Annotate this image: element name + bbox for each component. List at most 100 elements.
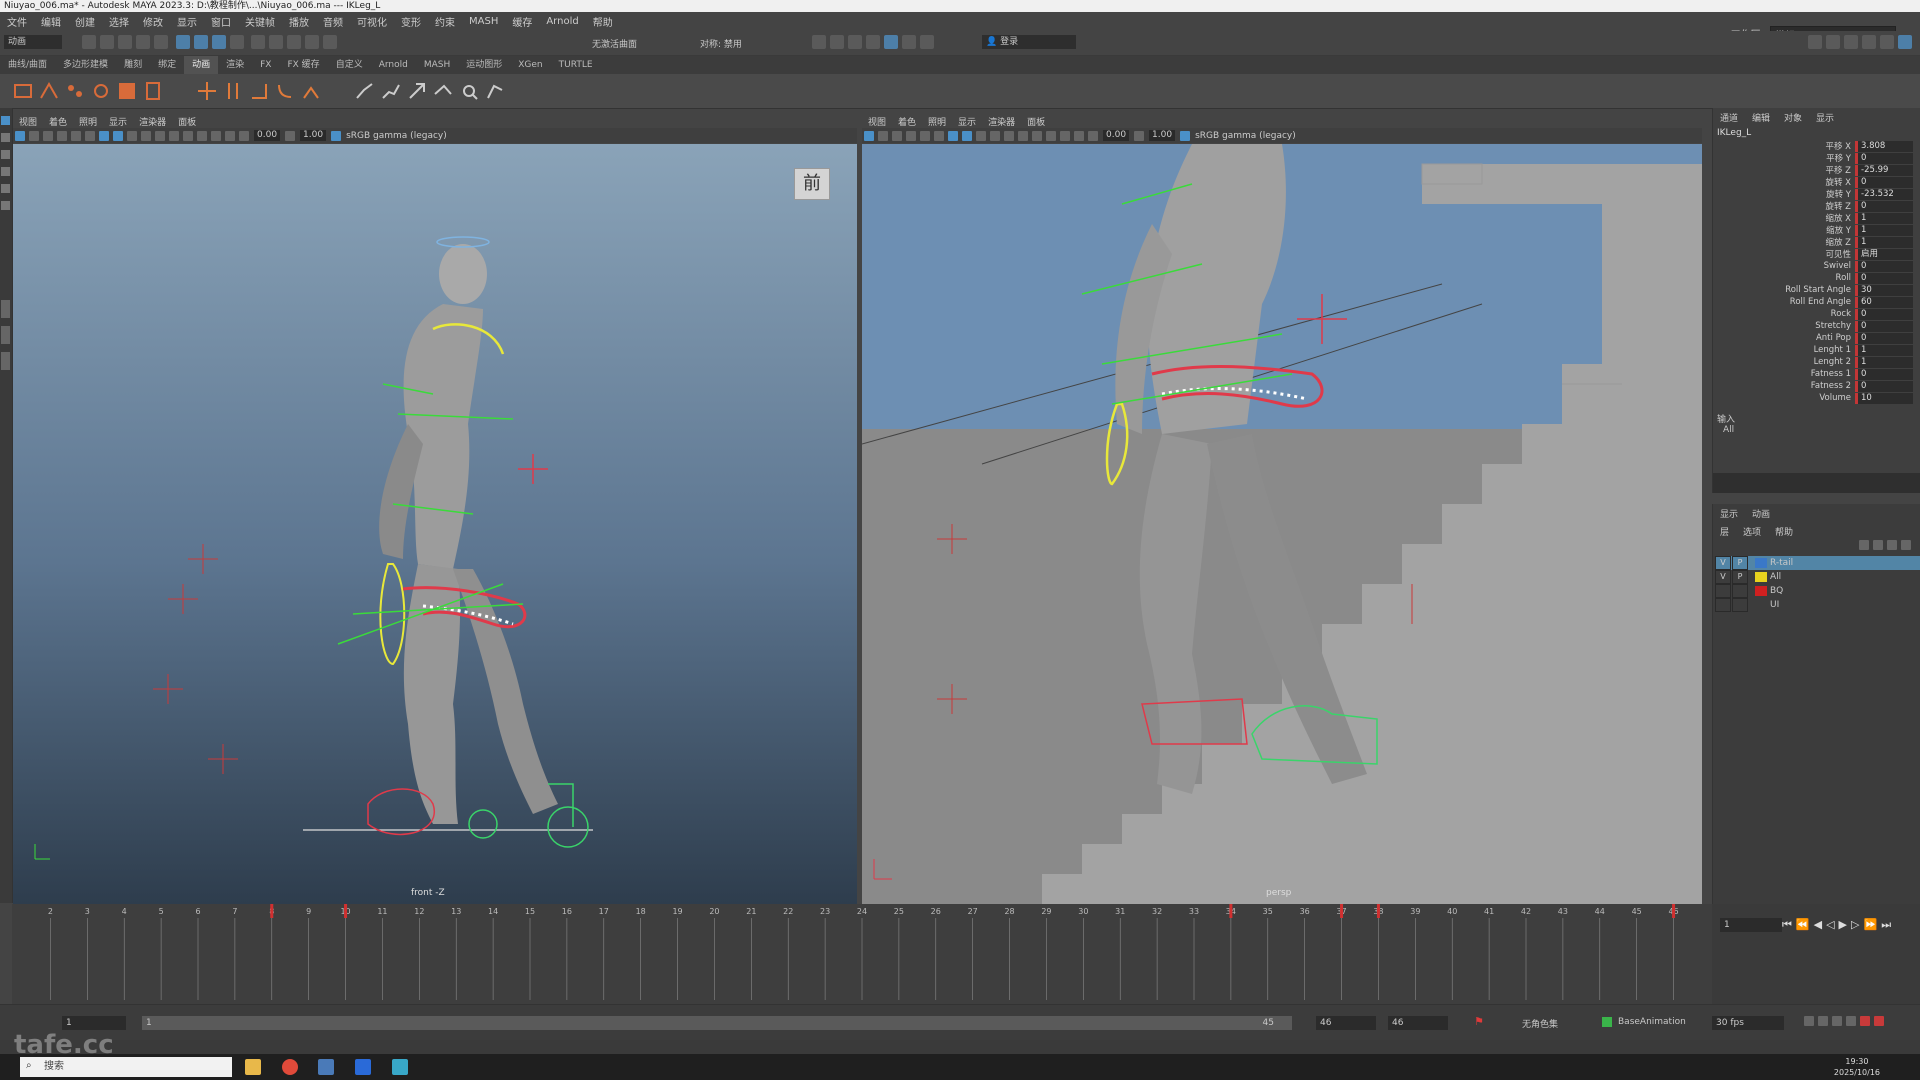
smooth-shade-icon-persp[interactable] (962, 130, 972, 141)
channel-box-icon[interactable] (1862, 35, 1876, 49)
color-management-icon-persp[interactable] (1180, 130, 1191, 141)
channel-value[interactable]: 0 (1855, 260, 1913, 272)
panel-menu-show-persp[interactable]: 显示 (952, 115, 982, 128)
menu-arnold[interactable]: Arnold (539, 16, 585, 27)
anim-prefs-icon[interactable] (1874, 1016, 1884, 1026)
channel-row[interactable]: Rock 0 (1713, 308, 1920, 320)
ik-spline-icon[interactable] (354, 80, 376, 102)
playblast-icon[interactable] (116, 80, 138, 102)
layer-menu-options[interactable]: 选项 (1736, 525, 1768, 538)
xray-joints-icon[interactable] (225, 130, 235, 141)
play-forward-icon[interactable]: ▶ (1839, 918, 1851, 931)
lasso-tool-icon[interactable] (1, 133, 10, 142)
menu-edit[interactable]: 编辑 (34, 14, 68, 29)
channel-box-menu-edit[interactable]: 编辑 (1745, 111, 1777, 124)
menu-deform[interactable]: 变形 (394, 14, 428, 29)
channel-row[interactable]: 旋转 Y -23.532 (1713, 188, 1920, 200)
menu-windows[interactable]: 窗口 (204, 14, 238, 29)
channel-name[interactable]: 旋转 X (1713, 176, 1855, 188)
create-joint-icon[interactable] (196, 80, 218, 102)
ipr-render-icon[interactable] (848, 35, 862, 49)
film-gate-icon[interactable] (71, 130, 81, 141)
channel-row[interactable]: 缩放 Y1 (1713, 224, 1920, 236)
wire-deformer-icon[interactable] (484, 80, 506, 102)
layer-editor-icon[interactable] (1898, 35, 1912, 49)
keyframe-marker[interactable] (1376, 904, 1380, 918)
layer-color-swatch[interactable] (1755, 600, 1767, 610)
view-cube-front[interactable]: 前 (794, 168, 830, 200)
inputs-all-item[interactable]: All (1713, 425, 1920, 435)
layer-name[interactable]: All (1770, 572, 1781, 582)
channel-box-menu-show[interactable]: 显示 (1809, 111, 1841, 124)
layer-visibility-toggle[interactable]: V (1715, 556, 1731, 570)
film-gate-icon-persp[interactable] (920, 130, 930, 141)
attribute-editor-icon[interactable] (1826, 35, 1840, 49)
channel-value[interactable]: 1 (1855, 356, 1913, 368)
layer-color-swatch[interactable] (1755, 558, 1767, 568)
channel-row[interactable]: 平移 Y0 (1713, 152, 1920, 164)
channel-value[interactable]: 0 (1855, 308, 1913, 320)
bookmark-icon-persp[interactable] (878, 130, 888, 141)
render-frame-icon[interactable] (830, 35, 844, 49)
channel-row[interactable]: Volume 10 (1713, 392, 1920, 404)
ik-handle-icon[interactable] (300, 80, 322, 102)
layer-visibility-toggle[interactable] (1715, 584, 1731, 598)
pause-render-icon[interactable] (920, 35, 934, 49)
snap-point-icon[interactable] (287, 35, 301, 49)
color-management-icon[interactable] (331, 130, 342, 141)
shelf-tab-xgen[interactable]: XGen (510, 56, 550, 74)
fps-dropdown[interactable]: 30 fps (1712, 1016, 1784, 1030)
channel-name[interactable]: 旋转 Y (1713, 188, 1855, 200)
exposure-value-persp[interactable]: 0.00 (1103, 130, 1130, 141)
channel-row[interactable]: 旋转 X0 (1713, 176, 1920, 188)
layer-playback-toggle[interactable] (1732, 584, 1748, 598)
menu-file[interactable]: 文件 (0, 14, 34, 29)
channel-value[interactable]: 0 (1855, 320, 1913, 332)
lights-icon-persp[interactable] (990, 130, 1000, 141)
lights-icon[interactable] (141, 130, 151, 141)
channel-value[interactable]: 0 (1855, 152, 1913, 164)
panel-menu-lighting[interactable]: 照明 (73, 115, 103, 128)
channel-row[interactable]: 缩放 Z1 (1713, 236, 1920, 248)
channel-name[interactable]: Fatness 2 (1713, 381, 1855, 391)
move-layer-up-icon[interactable] (1859, 540, 1869, 550)
channel-row[interactable]: 平移 Z -25.99 (1713, 164, 1920, 176)
menu-select[interactable]: 选择 (102, 14, 136, 29)
shadows-icon-persp[interactable] (1004, 130, 1014, 141)
channel-row[interactable]: Fatness 20 (1713, 380, 1920, 392)
channel-name[interactable]: 可见性 (1713, 248, 1855, 260)
channel-value[interactable]: 0 (1855, 368, 1913, 380)
single-view-layout-icon[interactable] (1, 300, 10, 318)
layer-playback-toggle[interactable] (1732, 598, 1748, 612)
shelf-tab-poly[interactable]: 多边形建模 (55, 56, 116, 74)
wireframe-icon[interactable] (99, 130, 109, 141)
channel-box-menu-object[interactable]: 对象 (1777, 111, 1809, 124)
outliner-icon[interactable] (1880, 35, 1894, 49)
xray-icon[interactable] (211, 130, 221, 141)
bookmark-icon[interactable] (29, 130, 39, 141)
wireframe-icon-persp[interactable] (948, 130, 958, 141)
layer-menu-layers[interactable]: 层 (1713, 525, 1736, 538)
menu-key[interactable]: 关键帧 (238, 14, 282, 29)
shelf-tab-animation[interactable]: 动画 (184, 56, 219, 74)
hypershade-icon[interactable] (884, 35, 898, 49)
range-end-handle[interactable]: 45 (1263, 1016, 1274, 1030)
loop-icon[interactable] (1804, 1016, 1814, 1026)
lock-icon[interactable] (229, 35, 244, 49)
layer-row[interactable]: V P R-tail (1715, 556, 1920, 570)
channel-row[interactable]: 平移 X 3.808 (1713, 140, 1920, 152)
ambient-occlusion-icon-persp[interactable] (1018, 130, 1028, 141)
channel-value[interactable]: 10 (1855, 392, 1913, 404)
select-tool-icon[interactable] (1, 116, 10, 125)
color-space-label-persp[interactable]: sRGB gamma (legacy) (1195, 131, 1296, 141)
layer-name[interactable]: BQ (1770, 586, 1783, 596)
panel-menu-view-persp[interactable]: 视图 (862, 115, 892, 128)
xray-icon-persp[interactable] (1060, 130, 1070, 141)
channel-row[interactable]: 可见性 启用 (1713, 248, 1920, 260)
layer-row[interactable]: UI (1715, 598, 1920, 612)
step-forward-frame-icon[interactable]: ▷ (1851, 918, 1863, 931)
channel-row[interactable]: 缩放 X1 (1713, 212, 1920, 224)
image-plane-icon-persp[interactable] (892, 130, 902, 141)
audio-icon[interactable] (1846, 1016, 1856, 1026)
preferences-icon[interactable] (1832, 1016, 1842, 1026)
